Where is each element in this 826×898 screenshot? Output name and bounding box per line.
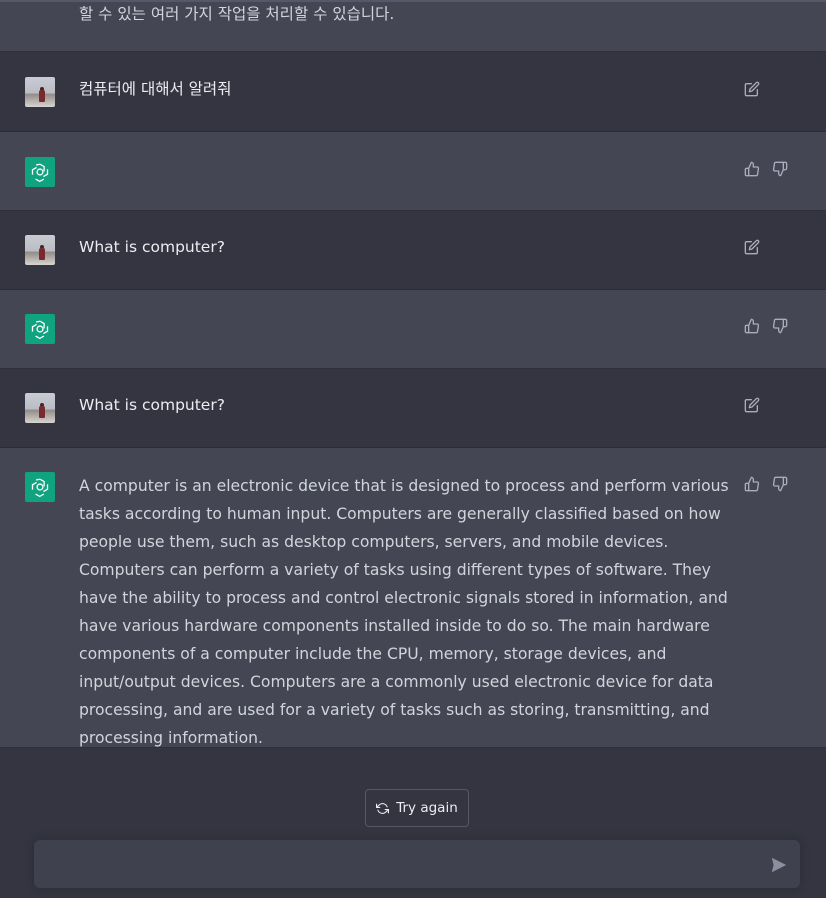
assistant-answer-text: A computer is an electronic device that … (79, 477, 729, 747)
message-text: What is computer? (79, 396, 225, 414)
message-row-user: What is computer? (0, 369, 826, 448)
try-again-label: Try again (396, 800, 458, 816)
message-row-assistant: A computer is an electronic device that … (0, 448, 826, 748)
openai-logo-icon (25, 472, 55, 502)
message-row-user: 컴퓨터에 대해서 알려줘 (0, 52, 826, 132)
message-text: What is computer? (79, 238, 225, 256)
message-row-user: What is computer? (0, 211, 826, 290)
openai-logo-icon (25, 157, 55, 187)
refresh-icon (376, 802, 390, 815)
user-avatar (25, 77, 55, 107)
message-row-assistant-previous: 할 수 있는 여러 가지 작업을 처리할 수 있습니다. (0, 2, 826, 52)
send-icon[interactable] (770, 856, 788, 874)
thumbs-up-icon[interactable] (743, 317, 761, 335)
openai-logo-icon (25, 314, 55, 344)
message-text: 할 수 있는 여러 가지 작업을 처리할 수 있습니다. (79, 5, 395, 23)
edit-icon[interactable] (743, 80, 761, 98)
thumbs-up-icon[interactable] (743, 475, 761, 493)
thumbs-down-icon[interactable] (771, 475, 789, 493)
message-row-assistant (0, 290, 826, 369)
user-avatar (25, 235, 55, 265)
thumbs-down-icon[interactable] (771, 160, 789, 178)
user-avatar (25, 393, 55, 423)
try-again-button[interactable]: Try again (365, 789, 469, 827)
edit-icon[interactable] (743, 396, 761, 414)
thumbs-down-icon[interactable] (771, 317, 789, 335)
message-row-assistant (0, 132, 826, 211)
message-text: 컴퓨터에 대해서 알려줘 (79, 80, 232, 98)
thumbs-up-icon[interactable] (743, 160, 761, 178)
edit-icon[interactable] (743, 238, 761, 256)
chat-input[interactable] (48, 852, 748, 876)
chat-input-container (34, 840, 800, 888)
